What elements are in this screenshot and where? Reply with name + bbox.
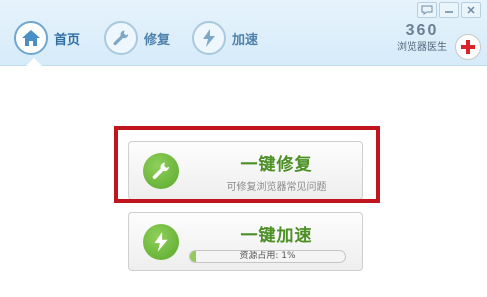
speed-title: 一键加速 (240, 226, 313, 246)
nav-item-home[interactable]: 首页 (14, 20, 80, 56)
home-icon (14, 21, 48, 55)
resource-usage-bar: 资源占用: 1% (189, 250, 346, 263)
nav-item-repair[interactable]: 修复 (104, 20, 170, 56)
close-icon[interactable] (461, 2, 481, 18)
wrench-icon (104, 21, 138, 55)
nav-label-home: 首页 (54, 32, 81, 48)
annotation-highlight-box (114, 126, 380, 203)
nav-item-speed[interactable]: 加速 (192, 20, 258, 56)
minimize-icon[interactable] (439, 2, 459, 18)
active-tab-pointer (26, 58, 42, 66)
window-controls (417, 2, 481, 18)
one-click-speed-button[interactable]: 一键加速 资源占用: 1% (128, 212, 363, 271)
feedback-icon[interactable] (417, 2, 437, 18)
lightning-icon (192, 21, 226, 55)
resource-usage-text: 资源占用: 1% (239, 251, 296, 261)
nav-label-speed: 加速 (232, 32, 259, 48)
brand: 360 浏览器医生 (392, 22, 452, 53)
top-toolbar: 首页 修复 加速 360 浏览器医生 (0, 0, 487, 66)
brand-subtitle: 浏览器医生 (397, 42, 447, 53)
lightning-icon (143, 224, 179, 260)
nav-label-repair: 修复 (144, 32, 171, 48)
red-cross-logo (455, 34, 481, 60)
